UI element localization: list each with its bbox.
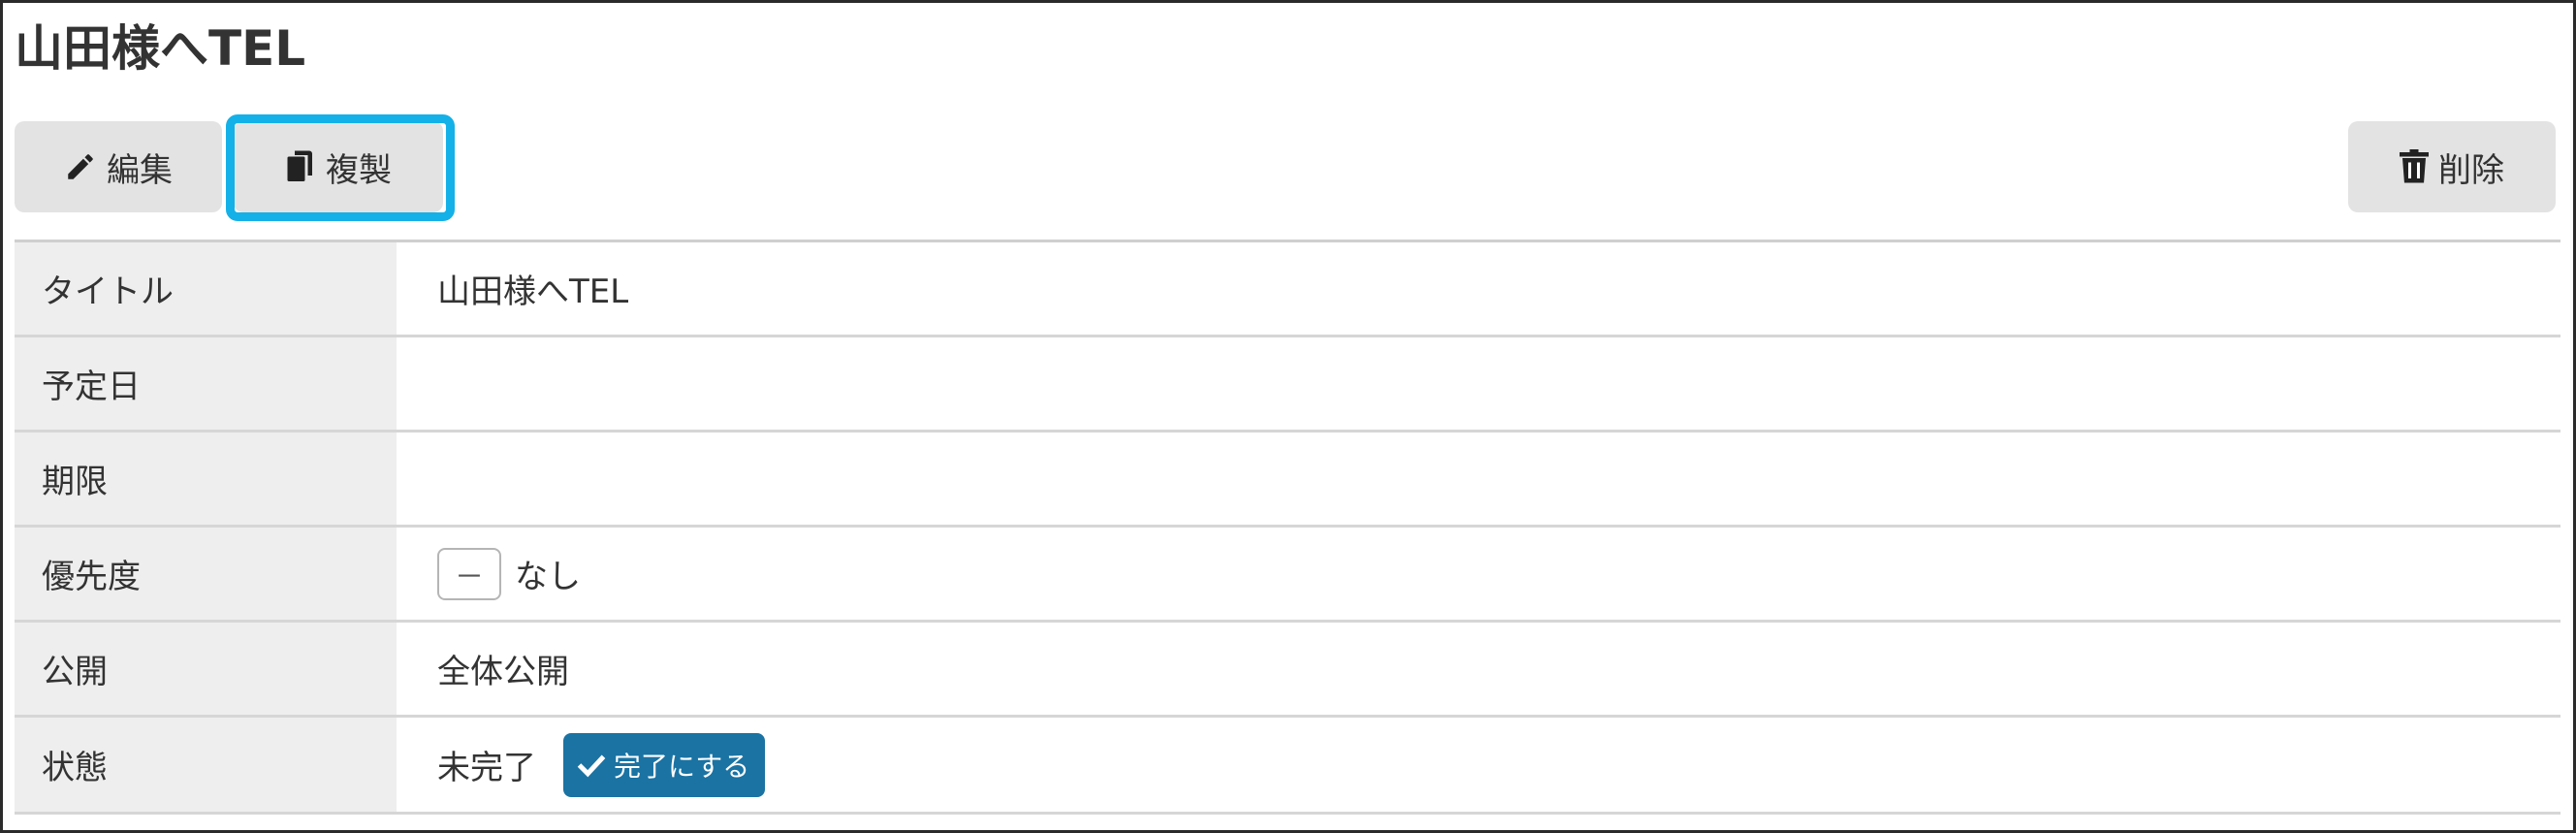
row-value: 山田様へTEL [437,272,629,311]
pencil-icon [64,150,97,183]
edit-button-label: 編集 [107,150,173,190]
row-value: 全体公開 [437,653,569,691]
edit-button[interactable]: 編集 [15,121,222,212]
table-row-priority: 優先度 － なし [15,528,2560,623]
row-label: 予定日 [15,337,397,430]
row-label: 期限 [15,433,397,525]
duplicate-button-label: 複製 [326,150,392,190]
row-label: 状態 [15,718,397,812]
mark-complete-label: 完了にする [614,750,750,783]
priority-badge: － [437,547,501,600]
row-value: － なし [397,528,2560,620]
check-icon [577,753,606,778]
task-detail-panel: 山田様へTEL 編集 複製 削除 タイトル 山田様へTEL 予定日 期限 優先度… [0,0,2576,833]
table-row-deadline: 期限 [15,433,2560,528]
status-value: 未完了 [437,749,536,787]
priority-value: なし [515,558,581,596]
detail-table: タイトル 山田様へTEL 予定日 期限 優先度 － なし 公開 全体公開 状態 … [15,240,2560,815]
table-row-scheduled-date: 予定日 [15,337,2560,433]
row-label: タイトル [15,242,397,335]
page-title: 山田様へTEL [15,20,306,77]
row-value [397,337,2560,430]
row-value [397,433,2560,525]
delete-button-label: 削除 [2438,150,2504,190]
row-value: 未完了 完了にする [397,718,2560,812]
mark-complete-button[interactable]: 完了にする [563,732,766,797]
row-label: 優先度 [15,528,397,620]
delete-button[interactable]: 削除 [2348,121,2556,212]
duplicate-button[interactable]: 複製 [234,121,443,212]
row-label: 公開 [15,623,397,715]
trash-icon [2400,149,2429,184]
table-row-visibility: 公開 全体公開 [15,623,2560,718]
copy-icon [285,149,316,184]
table-row-title: タイトル 山田様へTEL [15,242,2560,337]
table-row-status: 状態 未完了 完了にする [15,718,2560,815]
